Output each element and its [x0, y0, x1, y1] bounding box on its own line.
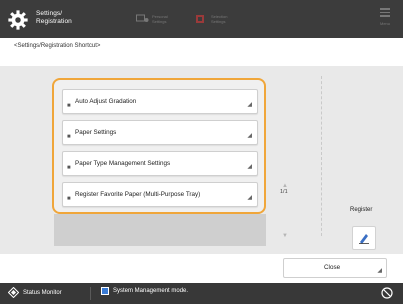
corner-arrow-icon: ◢ — [377, 268, 382, 274]
pen-icon — [359, 234, 369, 244]
personal-settings-button[interactable]: Personal Settings — [136, 10, 168, 28]
corner-arrow-icon: ◢ — [247, 102, 252, 108]
close-button[interactable]: Close ◢ — [283, 258, 387, 278]
system-management-label: System Management mode. — [113, 288, 189, 294]
menu-button[interactable]: Menu — [375, 8, 395, 32]
status-monitor-icon — [8, 287, 19, 298]
selection-settings-button[interactable]: Selection Settings — [195, 10, 227, 28]
register-button[interactable] — [352, 226, 376, 250]
list-item-paper-type-management[interactable]: ■ Paper Type Management Settings ◢ — [62, 151, 258, 176]
network-icon[interactable] — [380, 286, 394, 300]
list-item-label: Register Favorite Paper (Multi-Purpose T… — [75, 191, 201, 198]
status-bar: Status Monitor System Management mode. — [0, 283, 403, 304]
list-item-label: Auto Adjust Gradation — [75, 98, 137, 105]
arrow-down-icon: ▼ — [282, 233, 288, 239]
selection-settings-icon — [196, 15, 204, 23]
list-item-register-favorite-paper[interactable]: ■ Register Favorite Paper (Multi-Purpose… — [62, 182, 258, 207]
item-marker-icon: ■ — [67, 165, 71, 171]
divider — [321, 76, 322, 236]
app-title: Settings/ Registration — [36, 10, 72, 26]
title-bar: Settings/ Registration Personal Settings… — [0, 0, 403, 38]
list-empty-area — [54, 214, 266, 246]
menu-label: Menu — [379, 20, 390, 26]
list-item-auto-adjust-gradation[interactable]: ■ Auto Adjust Gradation ◢ — [62, 89, 258, 114]
app-title-line1: Settings/ — [36, 10, 63, 17]
breadcrumb-area: <Settings/Registration Shortcut> — [0, 38, 403, 66]
arrow-up-icon: ▲ — [282, 183, 288, 189]
register-label: Register — [350, 207, 373, 213]
item-marker-icon: ■ — [67, 134, 71, 140]
status-monitor-label: Status Monitor — [23, 289, 62, 296]
system-management-status: System Management mode. — [101, 287, 188, 295]
list-item-paper-settings[interactable]: ■ Paper Settings ◢ — [62, 120, 258, 145]
item-marker-icon: ■ — [67, 103, 71, 109]
breadcrumb: <Settings/Registration Shortcut> — [14, 43, 101, 49]
corner-arrow-icon: ◢ — [247, 133, 252, 139]
status-monitor-button[interactable]: Status Monitor — [8, 287, 62, 298]
menu-icon — [380, 8, 390, 17]
corner-arrow-icon: ◢ — [247, 164, 252, 170]
gear-icon — [8, 10, 28, 30]
status-separator — [90, 287, 91, 300]
settings-list: ■ Auto Adjust Gradation ◢ ■ Paper Settin… — [52, 78, 266, 214]
personal-settings-label-2: Settings — [152, 19, 167, 24]
corner-arrow-icon: ◢ — [247, 195, 252, 201]
close-label: Close — [324, 264, 341, 271]
list-item-label: Paper Type Management Settings — [75, 160, 171, 167]
item-marker-icon: ■ — [67, 196, 71, 202]
list-item-label: Paper Settings — [75, 129, 117, 136]
selection-settings-label-2: Settings — [211, 19, 226, 24]
main-content: ■ Auto Adjust Gradation ◢ ■ Paper Settin… — [0, 66, 403, 254]
personal-settings-icon — [136, 14, 149, 22]
scroll-up-button[interactable]: ▲ — [278, 179, 292, 193]
system-management-icon — [101, 287, 109, 295]
scroll-down-button[interactable]: ▼ — [278, 229, 292, 243]
app-title-line2: Registration — [36, 18, 72, 25]
